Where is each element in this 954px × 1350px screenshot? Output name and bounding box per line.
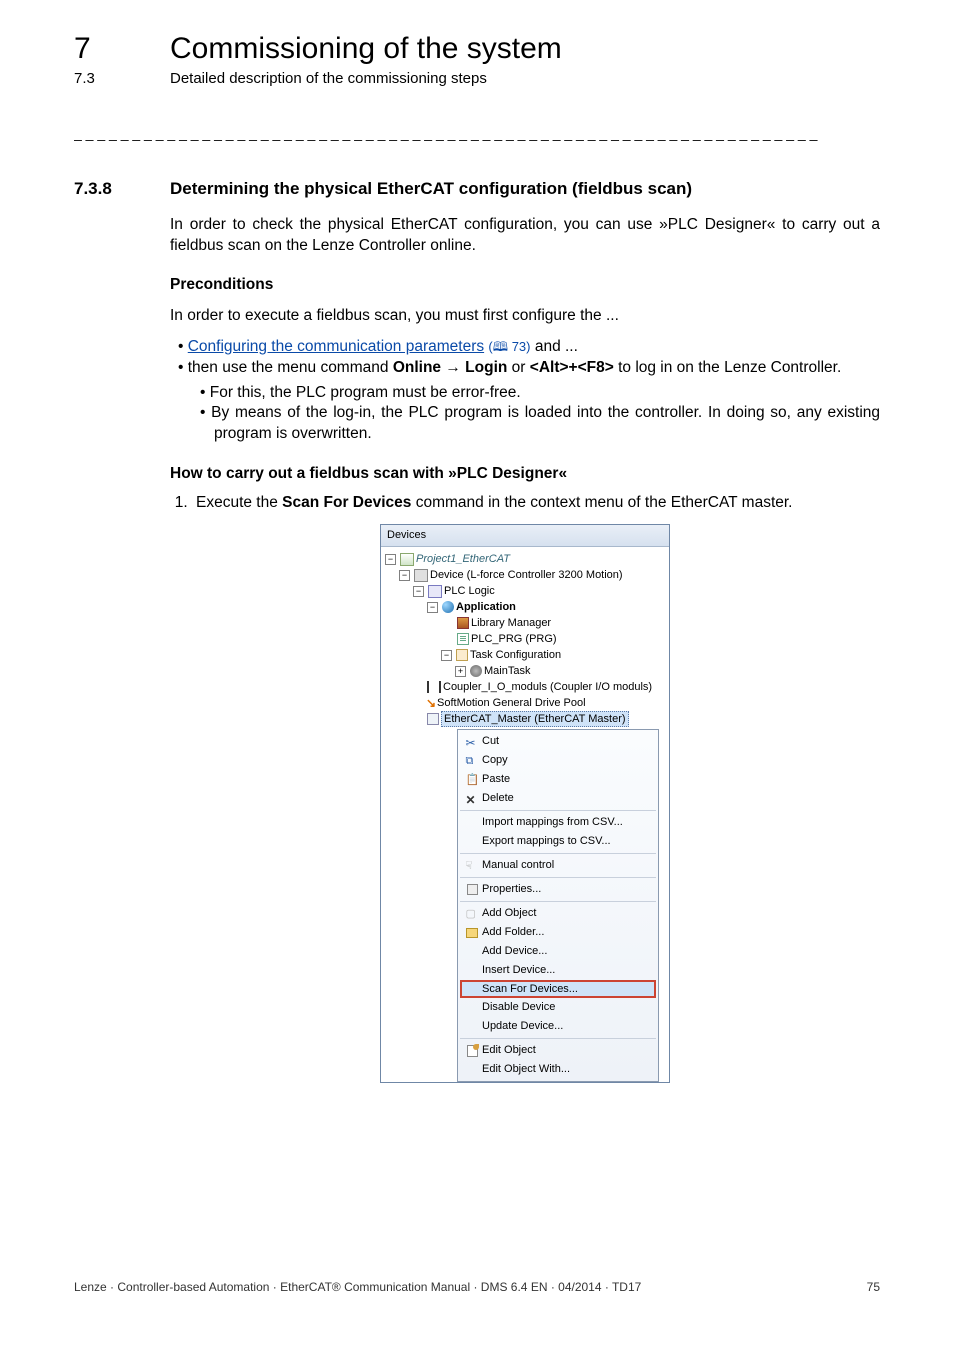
tree-plclogic[interactable]: PLC Logic bbox=[444, 584, 495, 599]
ctx-cut[interactable]: ✂Cut bbox=[458, 732, 658, 751]
ctx-manual-control[interactable]: ☟Manual control bbox=[458, 856, 658, 875]
delete-icon: ✕ bbox=[466, 792, 479, 805]
preconditions-text: In order to execute a fieldbus scan, you… bbox=[170, 306, 880, 327]
tree-maintask[interactable]: MainTask bbox=[484, 664, 530, 679]
tree-expand-icon[interactable]: + bbox=[455, 666, 466, 677]
instruction-icon bbox=[74, 461, 170, 487]
tree-collapse-icon[interactable]: − bbox=[441, 650, 452, 661]
ctx-paste[interactable]: 📋Paste bbox=[458, 770, 658, 789]
page-number: 75 bbox=[867, 1280, 880, 1294]
devices-panel-title: Devices bbox=[381, 525, 669, 547]
howto-heading: How to carry out a fieldbus scan with »P… bbox=[170, 464, 567, 485]
ctx-add-device[interactable]: Add Device... bbox=[458, 942, 658, 961]
ctx-edit-object-with[interactable]: Edit Object With... bbox=[458, 1060, 658, 1079]
ctx-update-device[interactable]: Update Device... bbox=[458, 1017, 658, 1036]
page-ref: (🕮 73) bbox=[488, 339, 530, 354]
ctx-copy[interactable]: ⧉Copy bbox=[458, 751, 658, 770]
tree-collapse-icon[interactable]: − bbox=[413, 586, 424, 597]
cut-icon: ✂ bbox=[466, 735, 479, 748]
subsection-title: Determining the physical EtherCAT config… bbox=[170, 179, 692, 199]
intro-paragraph: In order to check the physical EtherCAT … bbox=[170, 215, 880, 257]
task-config-icon bbox=[456, 649, 468, 661]
subbullet-overwrite: By means of the log-in, the PLC program … bbox=[214, 403, 880, 445]
tree-collapse-icon[interactable]: − bbox=[427, 602, 438, 613]
softmotion-icon: ↘ bbox=[425, 695, 437, 711]
ctx-edit-object[interactable]: Edit Object bbox=[458, 1041, 658, 1060]
separator-dashes: _ _ _ _ _ _ _ _ _ _ _ _ _ _ _ _ _ _ _ _ … bbox=[74, 125, 880, 141]
tree-collapse-icon[interactable]: − bbox=[385, 554, 396, 565]
ctx-delete[interactable]: ✕Delete bbox=[458, 789, 658, 808]
bullet-link-item: Configuring the communication parameters… bbox=[192, 337, 880, 358]
context-menu: ✂Cut ⧉Copy 📋Paste ✕Delete Import mapping… bbox=[457, 729, 659, 1082]
application-icon bbox=[442, 601, 454, 613]
subsection-number: 7.3.8 bbox=[74, 179, 170, 199]
tree-ecat-master[interactable]: EtherCAT_Master (EtherCAT Master) bbox=[441, 711, 629, 728]
ctx-import-csv[interactable]: Import mappings from CSV... bbox=[458, 813, 658, 832]
tree-device[interactable]: Device (L-force Controller 3200 Motion) bbox=[430, 568, 623, 583]
tree-softmotion[interactable]: SoftMotion General Drive Pool bbox=[437, 696, 586, 711]
maintask-icon bbox=[470, 665, 482, 677]
ctx-add-folder[interactable]: Add Folder... bbox=[458, 923, 658, 942]
add-object-icon: ▢ bbox=[466, 907, 479, 920]
prg-icon bbox=[457, 633, 469, 645]
manual-icon: ☟ bbox=[466, 859, 479, 872]
tree-prg[interactable]: PLC_PRG (PRG) bbox=[471, 632, 557, 647]
chapter-number: 7 bbox=[74, 32, 170, 66]
link-tail: and ... bbox=[531, 338, 578, 355]
properties-icon bbox=[467, 884, 478, 895]
step-1: Execute the Scan For Devices command in … bbox=[192, 493, 880, 514]
folder-icon bbox=[466, 928, 478, 938]
tree-coupler[interactable]: Coupler_I_O_moduls (Coupler I/O moduls) bbox=[443, 680, 652, 695]
tree-project[interactable]: Project1_EtherCAT bbox=[416, 552, 510, 567]
ctx-scan-for-devices[interactable]: Scan For Devices... bbox=[460, 980, 656, 998]
project-icon bbox=[400, 553, 414, 566]
ctx-properties[interactable]: Properties... bbox=[458, 880, 658, 899]
chapter-title: Commissioning of the system bbox=[170, 32, 562, 66]
ethercat-icon bbox=[427, 713, 439, 725]
section-number: 7.3 bbox=[74, 70, 170, 87]
tree-application[interactable]: Application bbox=[456, 600, 516, 615]
device-icon bbox=[414, 569, 428, 582]
section-title: Detailed description of the commissionin… bbox=[170, 70, 487, 87]
ctx-disable-device[interactable]: Disable Device bbox=[458, 998, 658, 1017]
footer-text: Lenze · Controller-based Automation · Et… bbox=[74, 1280, 641, 1294]
ctx-add-object[interactable]: ▢Add Object bbox=[458, 904, 658, 923]
copy-icon: ⧉ bbox=[466, 754, 479, 767]
paste-icon: 📋 bbox=[466, 773, 479, 786]
bullet-login-item: then use the menu command Online → Login… bbox=[192, 358, 880, 446]
library-icon bbox=[457, 617, 469, 629]
preconditions-heading: Preconditions bbox=[170, 275, 880, 296]
tree-taskcfg[interactable]: Task Configuration bbox=[470, 648, 561, 663]
devices-panel-screenshot: Devices −Project1_EtherCAT −Device (L-fo… bbox=[380, 524, 670, 1083]
config-comm-link[interactable]: Configuring the communication parameters bbox=[188, 338, 484, 355]
tree-libmgr[interactable]: Library Manager bbox=[471, 616, 551, 631]
ctx-export-csv[interactable]: Export mappings to CSV... bbox=[458, 832, 658, 851]
coupler-icon bbox=[427, 681, 441, 693]
ctx-insert-device[interactable]: Insert Device... bbox=[458, 961, 658, 980]
edit-icon bbox=[467, 1045, 478, 1057]
subbullet-errorfree: For this, the PLC program must be error-… bbox=[214, 383, 880, 404]
plc-logic-icon bbox=[428, 585, 442, 598]
tree-collapse-icon[interactable]: − bbox=[399, 570, 410, 581]
